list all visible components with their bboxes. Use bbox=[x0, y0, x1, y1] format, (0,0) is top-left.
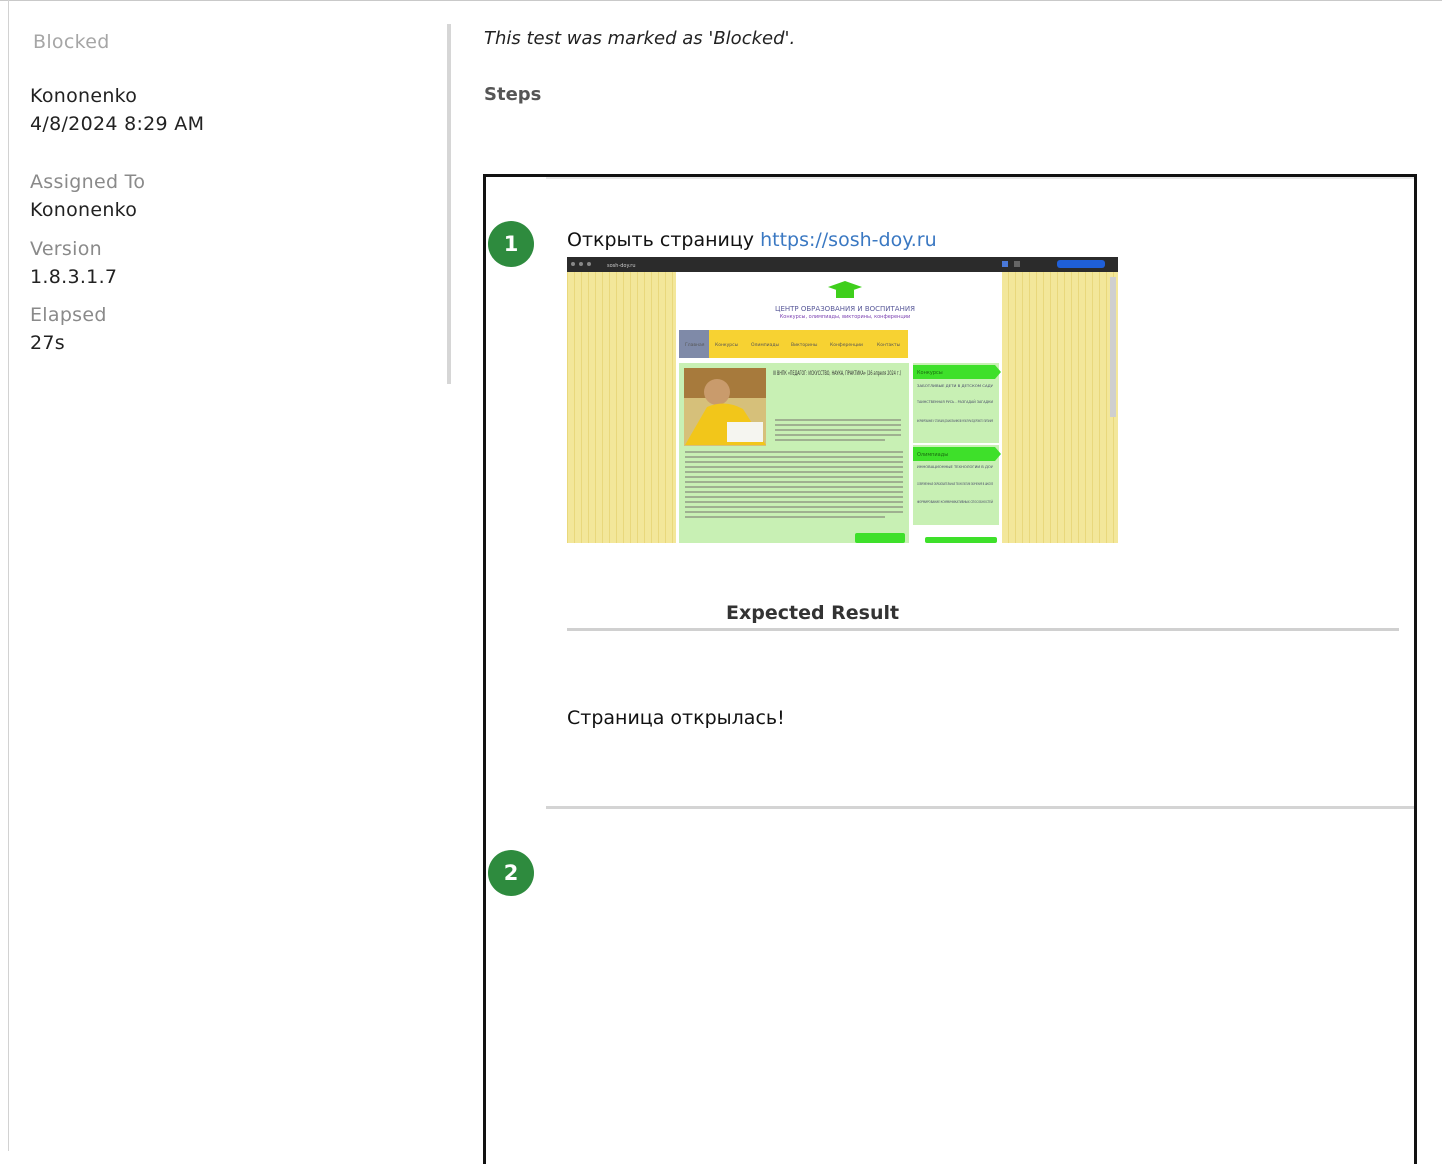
screenshot-side-section-0: Конкурсы bbox=[917, 370, 943, 376]
screenshot-url: sosh-doy.ru bbox=[607, 263, 636, 269]
step-1-action: Открыть страницу https://sosh-doy.ru bbox=[567, 229, 937, 251]
screenshot-site-subtitle: Конкурсы, олимпиады, викторины, конферен… bbox=[780, 314, 910, 320]
version-value: 1.8.3.1.7 bbox=[30, 266, 118, 288]
screenshot-side-link-3: ИННОВАЦИОННЫЕ ТЕХНОЛОГИИ В ДОУ bbox=[917, 465, 994, 469]
steps-table-inner-border bbox=[546, 177, 1414, 179]
step-1-screenshot[interactable]: sosh-doy.ru ЦЕНТР ОБРАЗОВАНИЯ И ВОСПИТАН… bbox=[567, 257, 1118, 543]
expected-result-divider bbox=[567, 628, 1399, 631]
screenshot-nav-4: Конференции bbox=[830, 342, 863, 348]
user-name: Kononenko bbox=[30, 85, 138, 107]
screenshot-side-link-4: СОВРЕМЕННЫЕ ОБРАЗОВАТЕЛЬНЫЕ ТЕХНОЛОГИИ О… bbox=[917, 482, 993, 486]
screenshot-side-section-1: Олимпиады bbox=[917, 452, 948, 458]
screenshot-nav-1: Конкурсы bbox=[715, 342, 739, 348]
assigned-to-label: Assigned To bbox=[30, 171, 146, 193]
screenshot-nav-3: Викторины bbox=[791, 342, 818, 348]
run-datetime: 4/8/2024 8:29 AM bbox=[30, 113, 205, 135]
step-divider bbox=[546, 806, 1414, 809]
elapsed-label: Elapsed bbox=[30, 304, 107, 326]
website-screenshot-image: sosh-doy.ru ЦЕНТР ОБРАЗОВАНИЯ И ВОСПИТАН… bbox=[567, 257, 1118, 543]
steps-table: 1 Открыть страницу https://sosh-doy.ru s… bbox=[483, 174, 1417, 1164]
screenshot-side-link-0: ЗАБОТЛИВЫЕ ДЕТИ В ДЕТСКОМ САДУ bbox=[917, 384, 994, 388]
window-top-border bbox=[0, 0, 1442, 1]
screenshot-nav-0: Главная bbox=[685, 342, 705, 348]
step-number-badge: 2 bbox=[488, 850, 534, 896]
expected-result-heading: Expected Result bbox=[726, 602, 900, 624]
step-1-link[interactable]: https://sosh-doy.ru bbox=[760, 229, 937, 251]
screenshot-side-link-2: ФОРМИРОВАНИЕ У СТАРШИХ ДОШКОЛЬНИКОВ КУЛЬ… bbox=[917, 419, 993, 423]
step-1-text: Открыть страницу bbox=[567, 229, 761, 251]
screenshot-article-title: III ВНПК «ПЕДАГОГ: ИСКУССТВО, НАУКА, ПРА… bbox=[773, 369, 901, 377]
screenshot-site-title: ЦЕНТР ОБРАЗОВАНИЯ И ВОСПИТАНИЯ bbox=[775, 305, 915, 313]
expected-result-text: Страница открылась! bbox=[567, 707, 785, 729]
elapsed-value: 27s bbox=[30, 332, 65, 354]
run-author: Kononenko 4/8/2024 8:29 AM bbox=[30, 82, 204, 138]
window-left-border bbox=[8, 0, 9, 1151]
screenshot-nav-5: Контакты bbox=[877, 342, 901, 348]
blocked-message: This test was marked as 'Blocked'. bbox=[484, 28, 796, 49]
status-label: Blocked bbox=[33, 31, 110, 53]
sidebar-divider bbox=[447, 24, 451, 384]
assigned-to-value: Kononenko bbox=[30, 199, 138, 221]
screenshot-nav-2: Олимпиады bbox=[751, 342, 779, 348]
steps-heading: Steps bbox=[484, 84, 542, 105]
screenshot-side-link-5: ФОРМИРОВАНИЕ КОММУНИКАТИВНЫХ СПОСОБНОСТЕ… bbox=[917, 499, 993, 504]
screenshot-side-link-1: ТАИНСТВЕННАЯ РУСЬ - РАЗГАДАЙ ЗАГАДКИ bbox=[916, 399, 993, 404]
version-label: Version bbox=[30, 238, 102, 260]
step-number-badge: 1 bbox=[488, 221, 534, 267]
